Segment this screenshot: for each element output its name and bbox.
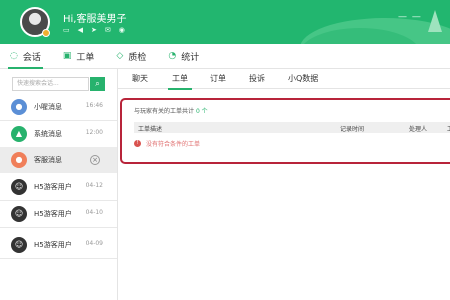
user-icon: ●: [11, 99, 27, 115]
conversation-time: 04-12: [85, 182, 103, 189]
ticket-panel: 与玩家有关的工单共计 0 个 工单描述 记录时间 处理人 工 ! 没有符合条件的…: [120, 98, 450, 164]
column-header[interactable]: 记录时间: [340, 124, 364, 133]
search-input[interactable]: 快速搜索会话...: [12, 77, 89, 91]
nav-ticket[interactable]: ▣ 工单: [63, 44, 95, 69]
eye-icon[interactable]: ◉: [119, 26, 125, 34]
ticket-summary: 与玩家有关的工单共计 0 个: [134, 106, 208, 115]
conversation-item-active[interactable]: ● 客服消息 ×: [0, 147, 117, 173]
conversation-name: H5游客用户: [34, 183, 72, 191]
table-header: 工单描述 记录时间 处理人 工: [134, 122, 450, 133]
conversation-time: 04-10: [85, 209, 103, 216]
tab-complaint[interactable]: 投诉: [249, 69, 265, 89]
header-bar: — — Hi,客服美男子 ▭ ◀ ➤ ✉ ◉: [0, 0, 450, 44]
ticket-summary-label: 与玩家有关的工单共计: [134, 108, 195, 115]
close-icon[interactable]: ×: [90, 155, 100, 165]
avatar: ☺: [11, 237, 27, 253]
decor-dash: — —: [398, 12, 422, 22]
divider: [0, 258, 117, 259]
conversation-item[interactable]: ● 小喔消息 16:46: [0, 94, 117, 120]
conversation-item[interactable]: ☺ H5游客用户 04-10: [0, 201, 117, 227]
ticket-count: 0 个: [195, 108, 208, 115]
top-nav: ◌ 会话 ▣ 工单 ◇ 质检 ◔ 统计: [0, 44, 450, 69]
tab-bar: 聊天 工单 订单 投诉 小Q数据: [118, 69, 450, 90]
nav-session-label: 会话: [22, 52, 41, 63]
ticket-icon: ▣: [62, 51, 72, 61]
conversation-time: 12:00: [85, 129, 103, 136]
nav-session[interactable]: ◌ 会话: [8, 44, 43, 69]
empty-message: ! 没有符合条件的工单: [134, 139, 200, 148]
conversation-time: 04-09: [85, 240, 103, 247]
header-icon-row: ▭ ◀ ➤ ✉ ◉: [63, 26, 125, 34]
volume-icon[interactable]: ◀: [78, 26, 83, 34]
nav-stats[interactable]: ◔ 统计: [168, 44, 199, 69]
column-header[interactable]: 工单描述: [138, 124, 162, 133]
conversation-name: H5游客用户: [34, 241, 72, 249]
avatar: ☺: [11, 179, 27, 195]
send-icon[interactable]: ➤: [91, 26, 97, 34]
chart-icon: ◔: [168, 51, 177, 61]
divider: [0, 227, 117, 228]
tab-q-data[interactable]: 小Q数据: [288, 69, 318, 89]
alert-icon: !: [134, 140, 141, 147]
nav-quality-label: 质检: [128, 52, 147, 63]
conversation-name: 客服消息: [34, 156, 62, 164]
tab-ticket[interactable]: 工单: [168, 69, 192, 90]
tab-chat[interactable]: 聊天: [132, 69, 148, 89]
column-header[interactable]: 处理人: [409, 124, 427, 133]
mail-icon[interactable]: ✉: [105, 26, 111, 34]
conversation-item[interactable]: ▲ 系统消息 12:00: [0, 121, 117, 147]
shield-icon: ◇: [116, 51, 124, 61]
sidebar: 快速搜索会话... ⌕ ● 小喔消息 16:46 ▲ 系统消息 12:00 ● …: [0, 69, 118, 300]
status-badge: [42, 29, 50, 37]
bell-icon: ▲: [11, 126, 27, 142]
conversation-name: 小喔消息: [34, 103, 62, 111]
agent-icon: ●: [11, 152, 27, 168]
conversation-name: H5游客用户: [34, 210, 72, 218]
conversation-name: 系统消息: [34, 130, 62, 138]
avatar: ☺: [11, 206, 27, 222]
nav-stats-label: 统计: [181, 52, 200, 63]
search-icon: ⌕: [95, 79, 100, 88]
conversation-item[interactable]: ☺ H5游客用户 04-12: [0, 174, 117, 200]
empty-text: 没有符合条件的工单: [146, 141, 201, 148]
greeting-text: Hi,客服美男子: [63, 14, 127, 25]
conversation-time: 16:46: [85, 102, 103, 109]
chat-icon[interactable]: ▭: [63, 26, 70, 34]
search-button[interactable]: ⌕: [90, 77, 105, 91]
decor-tree: [428, 10, 442, 32]
app-window: — — Hi,客服美男子 ▭ ◀ ➤ ✉ ◉ ◌ 会话 ▣ 工单 ◇ 质检 ◔ …: [0, 0, 450, 300]
nav-ticket-label: 工单: [76, 52, 95, 63]
nav-quality[interactable]: ◇ 质检: [116, 44, 146, 69]
conversation-item[interactable]: ☺ H5游客用户 04-09: [0, 232, 117, 258]
chat-bubble-icon: ◌: [10, 51, 18, 61]
tab-order[interactable]: 订单: [210, 69, 226, 89]
